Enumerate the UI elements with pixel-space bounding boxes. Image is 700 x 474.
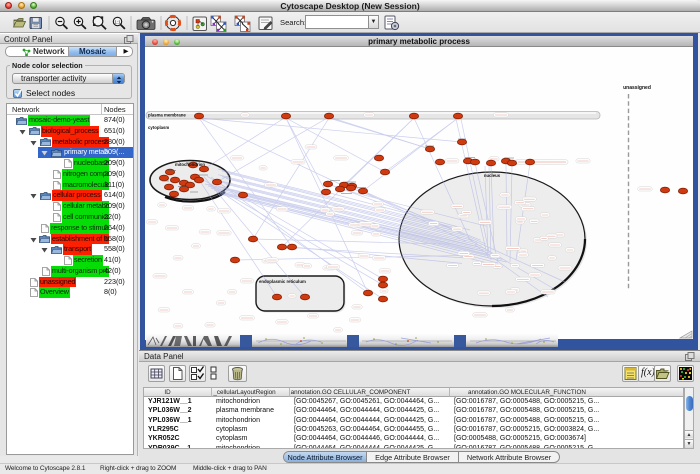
svg-text:cytoplasm: cytoplasm bbox=[148, 125, 169, 130]
svg-text:mitochondrion: mitochondrion bbox=[175, 162, 205, 167]
svg-text:nucleus: nucleus bbox=[484, 173, 501, 178]
svg-text:plasma membrane: plasma membrane bbox=[148, 113, 186, 118]
svg-text:endoplasmic reticulum: endoplasmic reticulum bbox=[259, 279, 306, 284]
svg-text:unassigned: unassigned bbox=[623, 85, 651, 91]
svg-text:1:1: 1:1 bbox=[114, 19, 121, 24]
